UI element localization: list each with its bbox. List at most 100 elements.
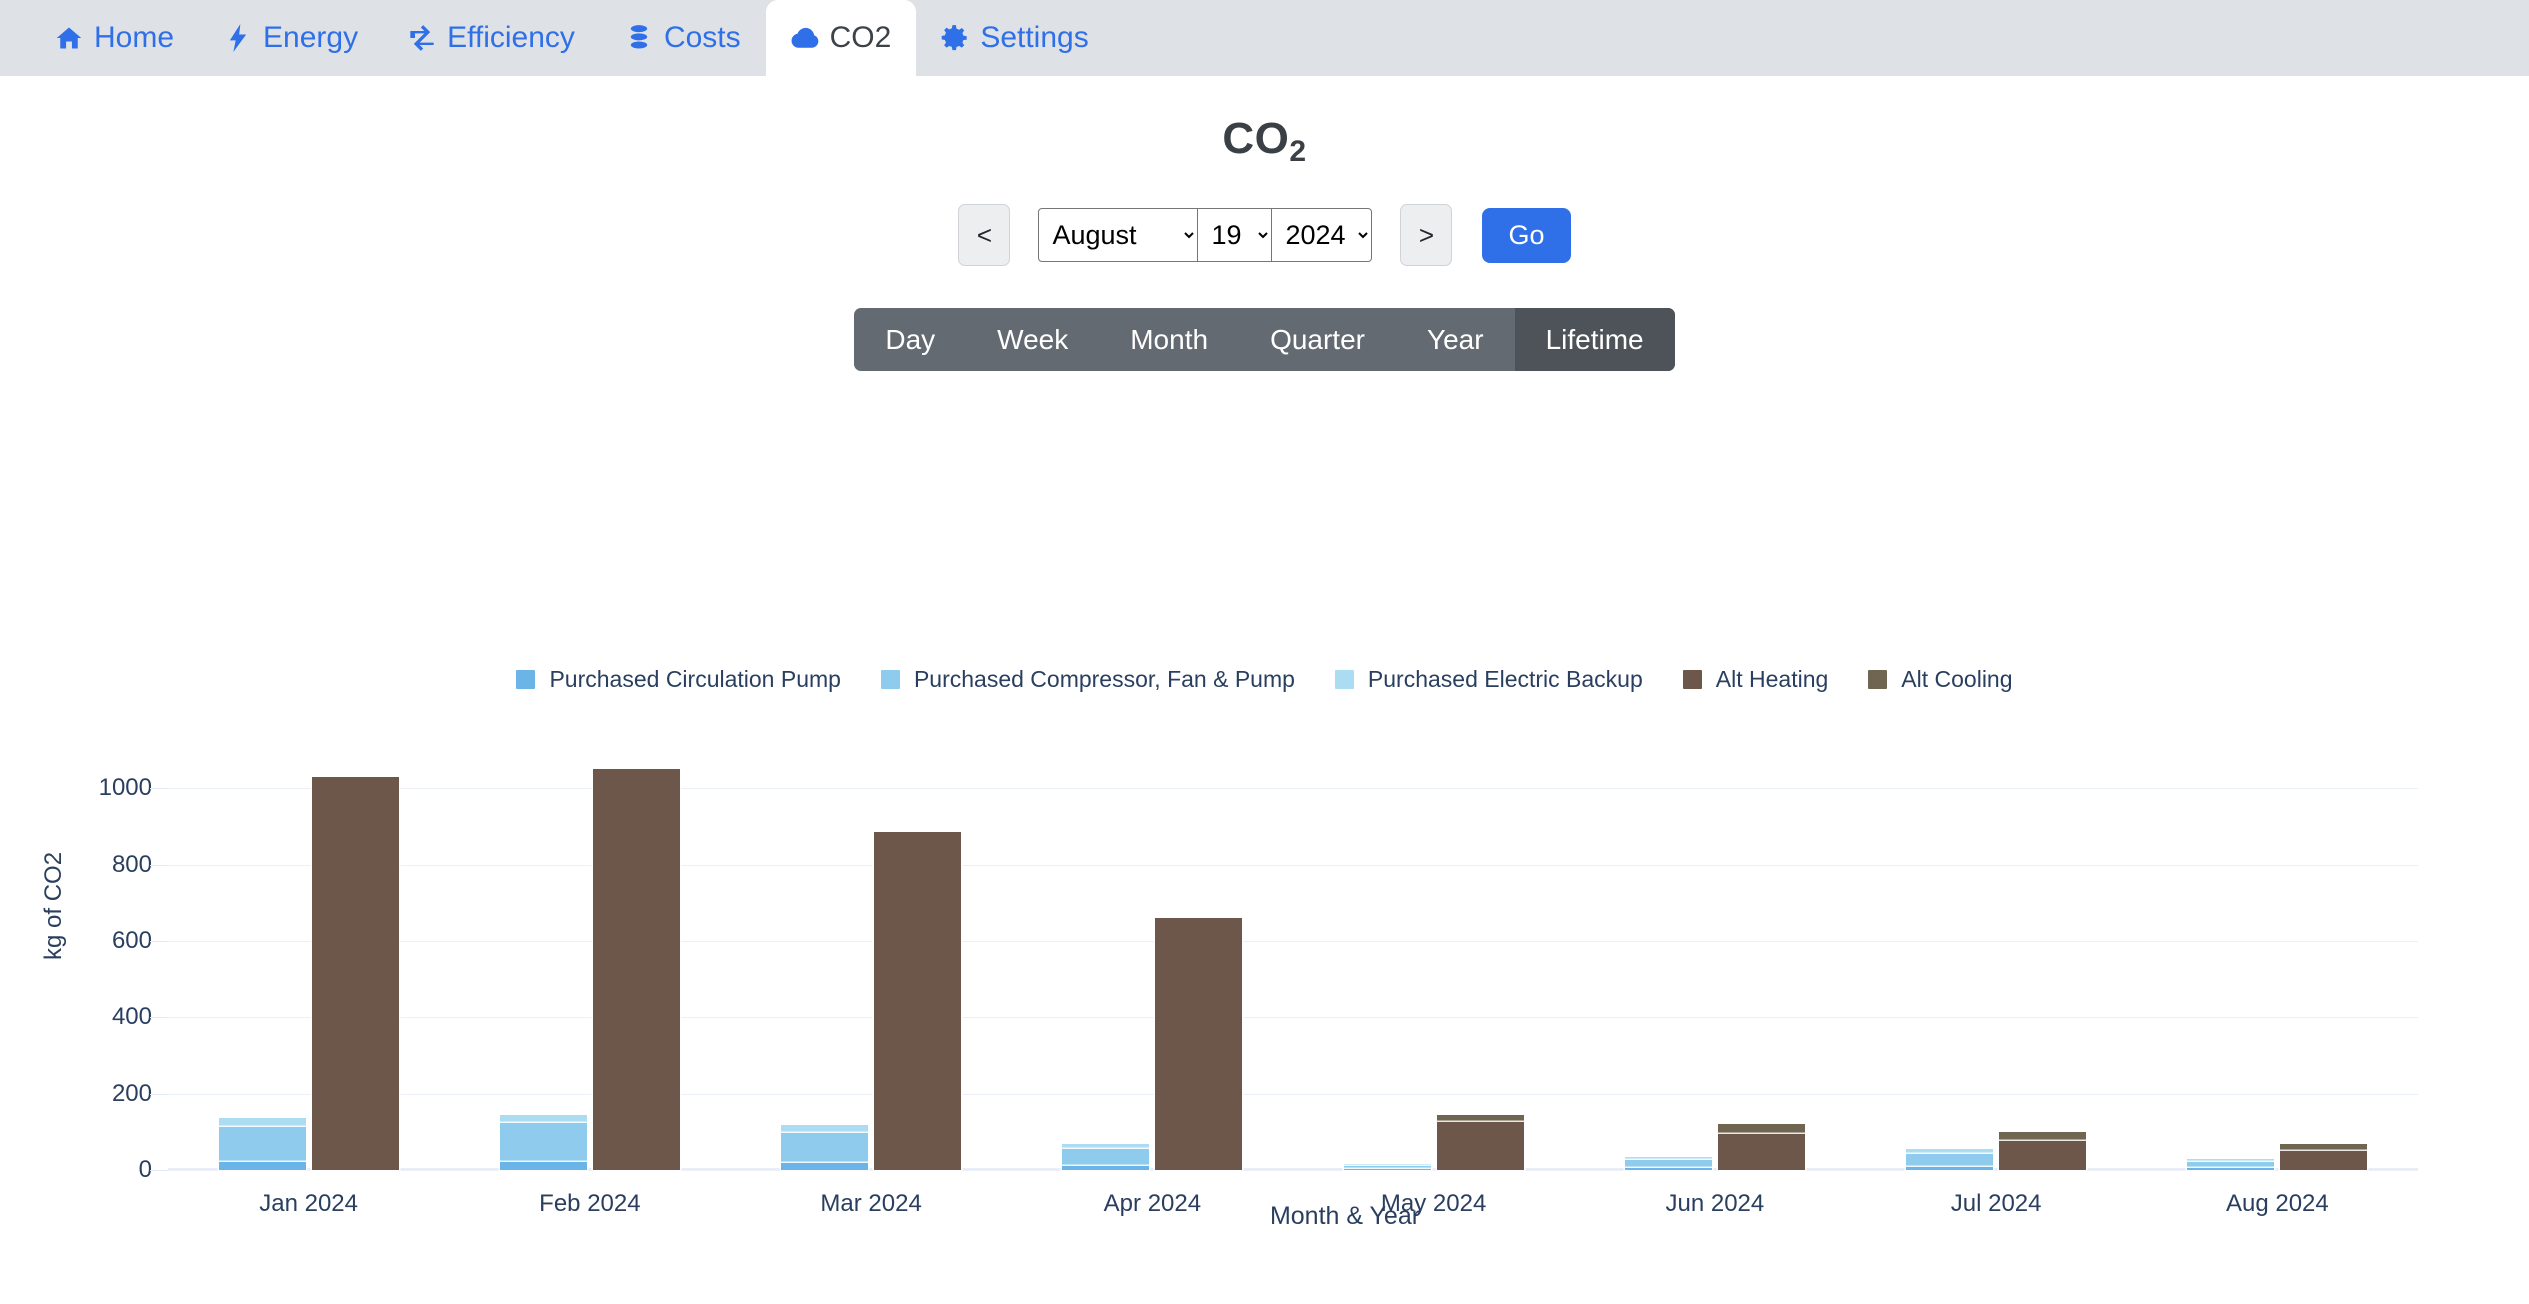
bar-segment[interactable] — [2187, 1168, 2275, 1170]
stacked-bar[interactable] — [1624, 1156, 1712, 1170]
nav-tab-energy[interactable]: Energy — [199, 0, 383, 76]
legend-label: Purchased Compressor, Fan & Pump — [913, 666, 1295, 692]
bar-group[interactable] — [449, 769, 730, 1170]
bar-segment[interactable] — [2280, 1150, 2368, 1170]
bar-segment[interactable] — [218, 1126, 306, 1163]
y-tick-mark — [150, 1017, 168, 1019]
x-axis-title: Month & Year — [1269, 1202, 1421, 1230]
y-tick-mark — [150, 864, 168, 866]
bar-segment[interactable] — [1906, 1166, 1994, 1170]
bar-segment[interactable] — [499, 1123, 587, 1162]
stacked-bar[interactable] — [1343, 1164, 1431, 1170]
bar-segment[interactable] — [781, 1124, 869, 1133]
next-date-button[interactable]: > — [1400, 204, 1453, 266]
period-tab-day[interactable]: Day — [854, 308, 966, 371]
main-navbar: Home Energy Efficiency Costs CO2 Setting… — [0, 0, 2529, 76]
stacked-bar[interactable] — [2187, 1158, 2275, 1170]
legend-item[interactable]: Purchased Compressor, Fan & Pump — [880, 666, 1295, 693]
bar-segment[interactable] — [1624, 1159, 1712, 1168]
legend-item[interactable]: Purchased Circulation Pump — [516, 666, 841, 693]
bar-segment[interactable] — [1062, 1165, 1150, 1170]
bar-segment[interactable] — [592, 769, 680, 1170]
stacked-bar[interactable] — [1906, 1149, 1994, 1170]
stacked-bar[interactable] — [1999, 1131, 2087, 1170]
stacked-bar[interactable] — [1062, 1144, 1150, 1170]
gear-icon — [941, 24, 969, 52]
bar-segment[interactable] — [1343, 1168, 1431, 1170]
bar-segment[interactable] — [874, 832, 962, 1170]
bar-segment[interactable] — [1906, 1153, 1994, 1167]
legend-item[interactable]: Alt Cooling — [1868, 666, 2013, 693]
nav-tab-label: Costs — [663, 21, 741, 54]
stacked-bar[interactable] — [874, 832, 962, 1170]
bar-group[interactable] — [1293, 1114, 1574, 1170]
bar-segment[interactable] — [499, 1161, 587, 1170]
nav-tab-costs[interactable]: Costs — [600, 0, 766, 76]
nav-tab-home[interactable]: Home — [30, 0, 199, 76]
nav-tab-settings[interactable]: Settings — [916, 0, 1113, 76]
bar-segment[interactable] — [311, 776, 399, 1170]
refresh-icon — [408, 24, 436, 52]
date-navigation: < JanuaryFebruaryMarchAprilMayJuneJulyAu… — [0, 204, 2529, 266]
nav-tab-efficiency[interactable]: Efficiency — [383, 0, 600, 76]
go-button[interactable]: Go — [1482, 207, 1571, 263]
bar-segment[interactable] — [1717, 1124, 1805, 1134]
legend-item[interactable]: Alt Heating — [1682, 666, 1829, 693]
legend-label: Purchased Circulation Pump — [549, 666, 841, 692]
month-select[interactable]: JanuaryFebruaryMarchAprilMayJuneJulyAugu… — [1038, 208, 1199, 262]
legend-swatch-icon — [1334, 670, 1354, 689]
bar-segment[interactable] — [499, 1115, 587, 1124]
period-tab-quarter[interactable]: Quarter — [1239, 308, 1396, 371]
nav-tab-label: Home — [94, 21, 175, 54]
bar-segment[interactable] — [1436, 1122, 1524, 1170]
stacked-bar[interactable] — [1717, 1124, 1805, 1170]
gridline — [168, 1170, 2418, 1171]
day-select[interactable]: 1234567891011121314151617181920212223242… — [1198, 208, 1273, 262]
bar-segment[interactable] — [218, 1162, 306, 1170]
bar-group[interactable] — [1574, 1124, 1855, 1170]
nav-tab-co2[interactable]: CO2 — [765, 0, 917, 76]
nav-tab-label: Efficiency — [447, 21, 575, 54]
bar-segment[interactable] — [1155, 918, 1243, 1170]
legend-label: Alt Cooling — [1901, 666, 2013, 692]
y-tick-mark — [150, 1170, 168, 1171]
bar-group[interactable] — [731, 832, 1012, 1170]
prev-date-button[interactable]: < — [958, 204, 1011, 266]
stacked-bar[interactable] — [781, 1124, 869, 1170]
legend-swatch-icon — [880, 670, 900, 689]
bar-segment[interactable] — [781, 1132, 869, 1164]
bar-segment[interactable] — [218, 1118, 306, 1127]
y-tick-mark — [150, 788, 168, 790]
stacked-bar[interactable] — [499, 1115, 587, 1170]
legend-item[interactable]: Purchased Electric Backup — [1334, 666, 1643, 693]
stacked-bar[interactable] — [311, 776, 399, 1170]
period-tab-year[interactable]: Year — [1396, 308, 1515, 371]
bar-segment[interactable] — [1062, 1149, 1150, 1166]
chart-legend: Purchased Circulation Pump Purchased Comp… — [0, 666, 2529, 693]
period-tab-month[interactable]: Month — [1099, 308, 1239, 371]
bar-segment[interactable] — [1717, 1133, 1805, 1170]
bar-group[interactable] — [2137, 1144, 2418, 1170]
bar-segment[interactable] — [1436, 1114, 1524, 1123]
bar-group[interactable] — [1856, 1131, 2137, 1170]
stacked-bar[interactable] — [1155, 918, 1243, 1170]
stacked-bar[interactable] — [592, 769, 680, 1170]
bar-group[interactable] — [1012, 918, 1293, 1170]
bar-group[interactable] — [168, 776, 449, 1170]
stacked-bar[interactable] — [2280, 1144, 2368, 1170]
bar-segment[interactable] — [1624, 1167, 1712, 1170]
period-selector-wrap: Day Week Month Quarter Year Lifetime — [0, 308, 2529, 372]
page-content: CO2 < JanuaryFebruaryMarchAprilMayJuneJu… — [0, 114, 2529, 1277]
bar-segment[interactable] — [1999, 1131, 2087, 1142]
bar-segment[interactable] — [2280, 1144, 2368, 1151]
stacked-bar[interactable] — [1436, 1114, 1524, 1170]
bar-segment[interactable] — [781, 1163, 869, 1170]
home-icon — [55, 24, 83, 52]
stacked-bar[interactable] — [218, 1118, 306, 1170]
period-tab-lifetime[interactable]: Lifetime — [1514, 308, 1675, 372]
period-tab-week[interactable]: Week — [966, 308, 1099, 371]
bar-segment[interactable] — [1999, 1141, 2087, 1170]
legend-label: Alt Heating — [1715, 666, 1829, 692]
page-title: CO2 — [0, 114, 2529, 168]
year-select[interactable]: 20212022202320242025 — [1272, 208, 1373, 262]
